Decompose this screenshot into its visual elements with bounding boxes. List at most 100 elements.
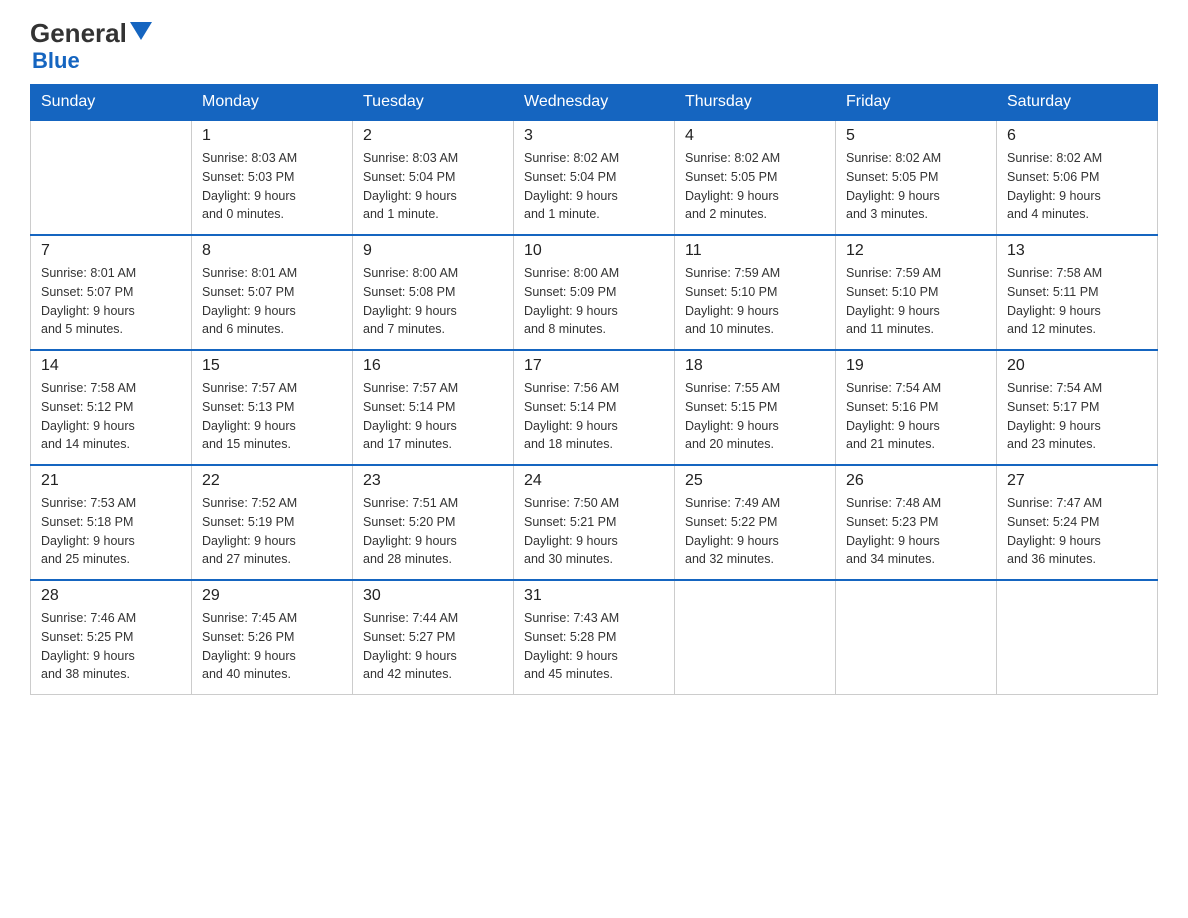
day-info: Sunrise: 8:02 AM Sunset: 5:05 PM Dayligh… [846, 149, 986, 224]
day-number: 2 [363, 127, 503, 145]
day-cell-6: 6 Sunrise: 8:02 AM Sunset: 5:06 PM Daylig… [997, 120, 1158, 235]
day-cell-5: 5 Sunrise: 8:02 AM Sunset: 5:05 PM Daylig… [836, 120, 997, 235]
day-number: 28 [41, 587, 181, 605]
empty-cell [675, 580, 836, 695]
day-cell-23: 23Sunrise: 7:51 AM Sunset: 5:20 PM Dayli… [353, 465, 514, 580]
day-cell-15: 15 Sunrise: 7:57 AM Sunset: 5:13 PM Dayli… [192, 350, 353, 465]
week-row-4: 21 Sunrise: 7:53 AM Sunset: 5:18 PM Dayli… [31, 465, 1158, 580]
logo-triangle-icon [130, 22, 152, 40]
day-cell-3: 3 Sunrise: 8:02 AM Sunset: 5:04 PM Daylig… [514, 120, 675, 235]
day-cell-30: 30 Sunrise: 7:44 AM Sunset: 5:27 PM Dayli… [353, 580, 514, 695]
day-number: 20 [1007, 357, 1147, 375]
day-number: 1 [202, 127, 342, 145]
day-cell-19: 19Sunrise: 7:54 AM Sunset: 5:16 PM Dayli… [836, 350, 997, 465]
day-number: 10 [524, 242, 664, 260]
day-cell-28: 28 Sunrise: 7:46 AM Sunset: 5:25 PM Dayli… [31, 580, 192, 695]
day-info: Sunrise: 7:53 AM Sunset: 5:18 PM Dayligh… [41, 494, 181, 569]
day-cell-8: 8 Sunrise: 8:01 AM Sunset: 5:07 PM Daylig… [192, 235, 353, 350]
day-number: 25 [685, 472, 825, 490]
empty-cell [836, 580, 997, 695]
day-cell-20: 20 Sunrise: 7:54 AM Sunset: 5:17 PM Dayli… [997, 350, 1158, 465]
day-info: Sunrise: 8:00 AM Sunset: 5:08 PM Dayligh… [363, 264, 503, 339]
day-info: Sunrise: 8:03 AM Sunset: 5:04 PM Dayligh… [363, 149, 503, 224]
day-cell-27: 27 Sunrise: 7:47 AM Sunset: 5:24 PM Dayli… [997, 465, 1158, 580]
day-number: 19 [846, 357, 986, 375]
day-cell-14: 14 Sunrise: 7:58 AM Sunset: 5:12 PM Dayli… [31, 350, 192, 465]
day-cell-31: 31Sunrise: 7:43 AM Sunset: 5:28 PM Dayli… [514, 580, 675, 695]
day-number: 30 [363, 587, 503, 605]
day-number: 12 [846, 242, 986, 260]
day-number: 14 [41, 357, 181, 375]
day-info: Sunrise: 7:57 AM Sunset: 5:14 PM Dayligh… [363, 379, 503, 454]
day-header-thursday: Thursday [675, 85, 836, 121]
day-number: 17 [524, 357, 664, 375]
empty-cell [31, 120, 192, 235]
day-info: Sunrise: 7:54 AM Sunset: 5:17 PM Dayligh… [1007, 379, 1147, 454]
day-info: Sunrise: 7:57 AM Sunset: 5:13 PM Dayligh… [202, 379, 342, 454]
logo-blue-text: Blue [32, 48, 80, 74]
day-header-monday: Monday [192, 85, 353, 121]
day-info: Sunrise: 7:59 AM Sunset: 5:10 PM Dayligh… [685, 264, 825, 339]
day-number: 15 [202, 357, 342, 375]
week-row-5: 28 Sunrise: 7:46 AM Sunset: 5:25 PM Dayli… [31, 580, 1158, 695]
day-number: 29 [202, 587, 342, 605]
day-number: 6 [1007, 127, 1147, 145]
day-info: Sunrise: 8:00 AM Sunset: 5:09 PM Dayligh… [524, 264, 664, 339]
day-cell-24: 24Sunrise: 7:50 AM Sunset: 5:21 PM Dayli… [514, 465, 675, 580]
calendar-table: SundayMondayTuesdayWednesdayThursdayFrid… [30, 84, 1158, 695]
day-number: 18 [685, 357, 825, 375]
empty-cell [997, 580, 1158, 695]
day-info: Sunrise: 8:03 AM Sunset: 5:03 PM Dayligh… [202, 149, 342, 224]
day-number: 7 [41, 242, 181, 260]
day-header-wednesday: Wednesday [514, 85, 675, 121]
day-cell-2: 2 Sunrise: 8:03 AM Sunset: 5:04 PM Daylig… [353, 120, 514, 235]
day-info: Sunrise: 7:50 AM Sunset: 5:21 PM Dayligh… [524, 494, 664, 569]
day-info: Sunrise: 8:01 AM Sunset: 5:07 PM Dayligh… [41, 264, 181, 339]
day-cell-7: 7 Sunrise: 8:01 AM Sunset: 5:07 PM Daylig… [31, 235, 192, 350]
day-headers-row: SundayMondayTuesdayWednesdayThursdayFrid… [31, 85, 1158, 121]
day-header-saturday: Saturday [997, 85, 1158, 121]
day-cell-18: 18Sunrise: 7:55 AM Sunset: 5:15 PM Dayli… [675, 350, 836, 465]
week-row-1: 1 Sunrise: 8:03 AM Sunset: 5:03 PM Daylig… [31, 120, 1158, 235]
day-number: 26 [846, 472, 986, 490]
day-cell-22: 22 Sunrise: 7:52 AM Sunset: 5:19 PM Dayli… [192, 465, 353, 580]
day-number: 3 [524, 127, 664, 145]
day-info: Sunrise: 7:48 AM Sunset: 5:23 PM Dayligh… [846, 494, 986, 569]
day-info: Sunrise: 7:58 AM Sunset: 5:11 PM Dayligh… [1007, 264, 1147, 339]
day-info: Sunrise: 8:01 AM Sunset: 5:07 PM Dayligh… [202, 264, 342, 339]
day-info: Sunrise: 7:52 AM Sunset: 5:19 PM Dayligh… [202, 494, 342, 569]
logo-general-text: General [30, 20, 127, 46]
day-header-sunday: Sunday [31, 85, 192, 121]
day-info: Sunrise: 7:49 AM Sunset: 5:22 PM Dayligh… [685, 494, 825, 569]
day-cell-1: 1 Sunrise: 8:03 AM Sunset: 5:03 PM Daylig… [192, 120, 353, 235]
day-header-friday: Friday [836, 85, 997, 121]
day-cell-26: 26 Sunrise: 7:48 AM Sunset: 5:23 PM Dayli… [836, 465, 997, 580]
day-number: 27 [1007, 472, 1147, 490]
day-info: Sunrise: 7:44 AM Sunset: 5:27 PM Dayligh… [363, 609, 503, 684]
day-cell-11: 11 Sunrise: 7:59 AM Sunset: 5:10 PM Dayli… [675, 235, 836, 350]
day-info: Sunrise: 7:45 AM Sunset: 5:26 PM Dayligh… [202, 609, 342, 684]
day-cell-12: 12 Sunrise: 7:59 AM Sunset: 5:10 PM Dayli… [836, 235, 997, 350]
logo: General Blue [30, 20, 152, 74]
day-number: 21 [41, 472, 181, 490]
day-number: 22 [202, 472, 342, 490]
day-number: 23 [363, 472, 503, 490]
day-info: Sunrise: 7:59 AM Sunset: 5:10 PM Dayligh… [846, 264, 986, 339]
day-info: Sunrise: 7:56 AM Sunset: 5:14 PM Dayligh… [524, 379, 664, 454]
day-number: 8 [202, 242, 342, 260]
day-header-tuesday: Tuesday [353, 85, 514, 121]
week-row-3: 14 Sunrise: 7:58 AM Sunset: 5:12 PM Dayli… [31, 350, 1158, 465]
day-info: Sunrise: 8:02 AM Sunset: 5:04 PM Dayligh… [524, 149, 664, 224]
day-number: 5 [846, 127, 986, 145]
day-info: Sunrise: 7:47 AM Sunset: 5:24 PM Dayligh… [1007, 494, 1147, 569]
day-info: Sunrise: 8:02 AM Sunset: 5:06 PM Dayligh… [1007, 149, 1147, 224]
day-info: Sunrise: 7:46 AM Sunset: 5:25 PM Dayligh… [41, 609, 181, 684]
day-info: Sunrise: 8:02 AM Sunset: 5:05 PM Dayligh… [685, 149, 825, 224]
day-cell-16: 16Sunrise: 7:57 AM Sunset: 5:14 PM Dayli… [353, 350, 514, 465]
day-number: 9 [363, 242, 503, 260]
day-cell-10: 10 Sunrise: 8:00 AM Sunset: 5:09 PM Dayli… [514, 235, 675, 350]
day-info: Sunrise: 7:58 AM Sunset: 5:12 PM Dayligh… [41, 379, 181, 454]
day-number: 11 [685, 242, 825, 260]
day-info: Sunrise: 7:43 AM Sunset: 5:28 PM Dayligh… [524, 609, 664, 684]
day-cell-25: 25 Sunrise: 7:49 AM Sunset: 5:22 PM Dayli… [675, 465, 836, 580]
